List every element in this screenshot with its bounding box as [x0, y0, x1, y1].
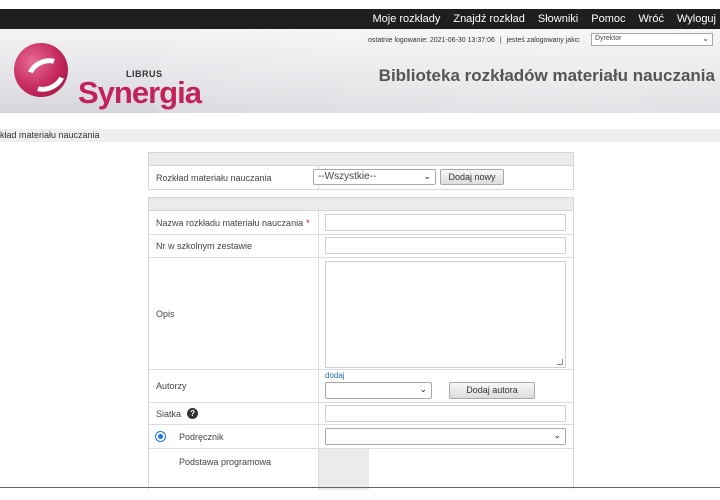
add-author-button[interactable]: Dodaj autora: [449, 382, 535, 399]
breadcrumb: kład materiału nauczania: [0, 130, 100, 140]
role-select-value: Dyrektor: [595, 35, 622, 42]
resize-grip-icon[interactable]: [557, 359, 563, 365]
breadcrumb-bar: [0, 129, 720, 142]
textbook-row: Podręcznik ⌄: [149, 425, 573, 449]
schedule-select-row: Rozkład materiału nauczania --Wszystkie-…: [149, 166, 573, 189]
nav-my-schedules[interactable]: Moje rozkłady: [372, 13, 440, 25]
grid-label-text: Siatka: [156, 408, 182, 419]
logged-as-text: jesteś zalogowany jako:: [506, 37, 581, 44]
description-textarea[interactable]: [325, 261, 566, 368]
name-row: Nazwa rozkładu materiału nauczania *: [149, 211, 573, 235]
description-row: Opis: [149, 258, 573, 370]
schedule-form-panel: Nazwa rozkładu materiału nauczania * Nr …: [148, 197, 574, 490]
curriculum-shaded-cell: [319, 449, 369, 490]
schedule-select[interactable]: --Wszystkie-- ⌄: [313, 169, 436, 185]
textbook-label-text: Podręcznik: [179, 431, 224, 442]
number-input[interactable]: [325, 237, 566, 254]
grid-cell: [319, 403, 573, 424]
role-select[interactable]: Dyrektor ⌄: [591, 33, 713, 46]
nav-find-schedule[interactable]: Znajdź rozkład: [453, 13, 525, 25]
nav-help[interactable]: Pomoc: [591, 13, 625, 25]
help-icon[interactable]: ?: [187, 408, 199, 419]
panel-header: [149, 153, 573, 166]
name-label: Nazwa rozkładu materiału nauczania *: [149, 211, 319, 234]
top-nav: Moje rozkłady Znajdź rozkład Słowniki Po…: [359, 9, 716, 29]
description-cell: [319, 258, 573, 369]
schedule-select-value: --Wszystkie--: [318, 171, 377, 182]
last-login-text: ostatnie logowanie: 2021-06-30 13:37:06: [368, 37, 495, 44]
login-separator: |: [499, 37, 502, 44]
chevron-down-icon: ⌄: [423, 171, 431, 181]
curriculum-label: Podstawa programowa: [149, 449, 319, 490]
schedule-select-cell: --Wszystkie-- ⌄ Dodaj nowy: [313, 166, 573, 189]
name-label-text: Nazwa rozkładu materiału nauczania: [156, 217, 304, 228]
textbook-radio[interactable]: [155, 431, 166, 442]
name-cell: [319, 211, 573, 234]
grid-row: Siatka ?: [149, 403, 573, 425]
schedule-select-label: Rozkład materiału nauczania: [149, 166, 319, 189]
curriculum-label-text: Podstawa programowa: [179, 457, 272, 467]
page-title: Biblioteka rozkładów materiału nauczania: [378, 66, 715, 85]
grid-input[interactable]: [325, 405, 566, 422]
required-mark: *: [306, 217, 310, 228]
curriculum-row: Podstawa programowa: [149, 449, 573, 490]
chevron-down-icon: ⌄: [419, 384, 427, 394]
schedule-select-panel: Rozkład materiału nauczania --Wszystkie-…: [148, 152, 574, 190]
nav-back[interactable]: Wróć: [639, 13, 664, 25]
nav-dictionaries[interactable]: Słowniki: [538, 13, 578, 25]
new-schedule-button[interactable]: Dodaj nowy: [440, 169, 504, 185]
page-header: LIBRUS Synergia ostatnie logowanie: 2021…: [0, 29, 720, 113]
number-label: Nr w szkolnym zestawie: [149, 235, 319, 257]
number-cell: [319, 235, 573, 257]
nav-logout[interactable]: Wyloguj: [677, 13, 716, 25]
logo-brand-name: Synergia: [78, 75, 202, 110]
add-author-link[interactable]: dodaj: [325, 371, 345, 380]
chevron-down-icon: ⌄: [702, 34, 709, 43]
login-info: ostatnie logowanie: 2021-06-30 13:37:06 …: [368, 37, 581, 44]
chevron-down-icon: ⌄: [553, 430, 561, 440]
form-panel-header: [149, 198, 573, 211]
name-input[interactable]: [325, 214, 566, 231]
description-label: Opis: [149, 258, 319, 369]
authors-row: Autorzy dodaj ⌄ Dodaj autora: [149, 370, 573, 403]
authors-cell: dodaj ⌄ Dodaj autora: [319, 370, 573, 402]
grid-label: Siatka ?: [149, 403, 319, 424]
curriculum-cell: [319, 449, 573, 490]
window-bottom-border: [0, 487, 720, 488]
author-select[interactable]: ⌄: [325, 382, 432, 399]
number-row: Nr w szkolnym zestawie: [149, 235, 573, 258]
textbook-label: Podręcznik: [149, 425, 319, 448]
textbook-cell: ⌄: [319, 425, 573, 448]
logo-mark-icon: [14, 43, 68, 97]
textbook-select[interactable]: ⌄: [325, 428, 566, 445]
top-nav-bar: Moje rozkłady Znajdź rozkład Słowniki Po…: [0, 9, 720, 29]
authors-label: Autorzy: [149, 370, 319, 402]
synergia-logo[interactable]: LIBRUS Synergia: [14, 43, 202, 110]
